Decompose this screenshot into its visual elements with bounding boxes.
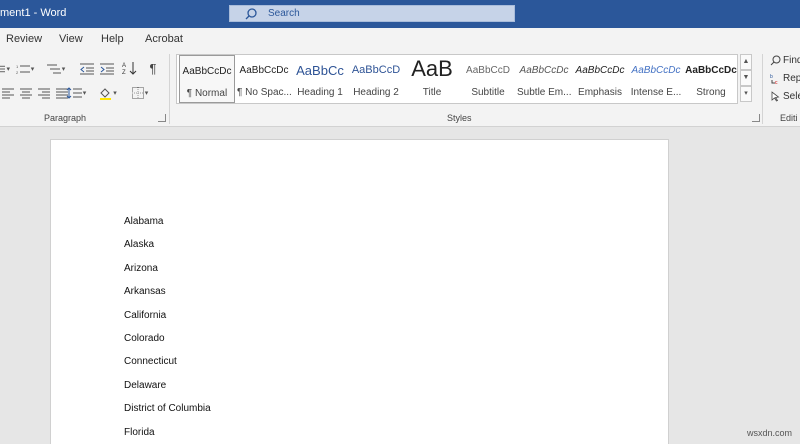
document-line: Florida — [124, 427, 155, 438]
tab-view[interactable]: View — [59, 33, 83, 45]
group-separator — [169, 54, 170, 124]
increase-indent-button[interactable] — [98, 60, 116, 78]
list-icon — [0, 65, 6, 73]
decrease-indent-icon — [80, 63, 94, 75]
tab-acrobat[interactable]: Acrobat — [145, 33, 183, 45]
borders-button[interactable]: ▾ — [126, 84, 154, 102]
align-right-icon — [38, 88, 50, 98]
document-line: Alabama — [124, 216, 164, 227]
align-center-icon — [20, 88, 32, 98]
multilevel-list-button[interactable]: ▾ — [42, 60, 70, 78]
style-emphasis[interactable]: AaBbCcDc Emphasis — [573, 55, 627, 103]
document-line: Delaware — [124, 380, 167, 391]
window-title: ment1 - Word — [0, 7, 67, 19]
style-heading-2[interactable]: AaBbCcD Heading 2 — [349, 55, 403, 103]
line-spacing-icon — [66, 87, 82, 99]
style-subtle-emphasis[interactable]: AaBbCcDc Subtle Em... — [517, 55, 571, 103]
paragraph-group-label: Paragraph — [44, 113, 87, 123]
search-icon — [770, 55, 781, 66]
pilcrow-icon: ¶ — [149, 60, 157, 76]
tab-review[interactable]: Review — [6, 33, 42, 45]
replace-button[interactable]: bc Rep — [770, 73, 800, 84]
numbering-button[interactable]: 1 2 ▾ — [12, 60, 38, 78]
svg-text:1: 1 — [16, 64, 19, 69]
replace-icon: bc — [770, 74, 778, 84]
shading-button[interactable]: ▾ — [98, 84, 118, 102]
more-icon: ▾ — [744, 90, 748, 97]
chevron-down-icon: ▼ — [742, 74, 750, 81]
document-line: Arkansas — [124, 286, 166, 297]
editing-group-label: Editi — [780, 113, 798, 123]
numbered-list-icon: 12 — [16, 64, 30, 75]
svg-text:Z: Z — [122, 70, 126, 75]
bullets-button[interactable]: ▾ — [0, 60, 10, 78]
document-line: Arizona — [124, 263, 158, 274]
document-line: District of Columbia — [124, 403, 211, 414]
style-normal[interactable]: AaBbCcDc ¶ Normal — [179, 55, 235, 103]
svg-text:c: c — [775, 80, 778, 84]
title-bar: ment1 - Word Search — [0, 0, 800, 28]
styles-gallery: AaBbCcDc ¶ Normal AaBbCcDc ¶ No Spac... … — [176, 54, 738, 104]
decrease-indent-button[interactable] — [78, 60, 96, 78]
line-spacing-button[interactable]: ▾ — [62, 84, 90, 102]
align-center-button[interactable] — [18, 84, 34, 102]
show-formatting-marks-button[interactable]: ¶ — [145, 59, 161, 77]
styles-scroll-down[interactable]: ▼ — [740, 70, 752, 86]
paint-bucket-icon — [100, 87, 112, 100]
svg-text:b: b — [770, 74, 773, 80]
document-line: California — [124, 310, 167, 321]
svg-text:2: 2 — [16, 70, 19, 75]
chevron-down-icon: ▾ — [144, 90, 149, 97]
align-left-button[interactable] — [0, 84, 16, 102]
group-separator — [762, 54, 763, 124]
find-button[interactable]: Find — [770, 55, 800, 66]
cursor-icon — [771, 91, 780, 102]
document-line: Colorado — [124, 333, 165, 344]
align-left-icon — [2, 88, 14, 98]
style-heading-1[interactable]: AaBbCc Heading 1 — [293, 55, 347, 103]
style-no-spacing[interactable]: AaBbCcDc ¶ No Spac... — [237, 55, 291, 103]
multilevel-list-icon — [46, 64, 61, 74]
style-title[interactable]: AaB Title — [405, 55, 459, 103]
search-box[interactable]: Search — [229, 5, 515, 22]
style-intense-emphasis[interactable]: AaBbCcDc Intense E... — [629, 55, 683, 103]
select-button[interactable]: Sele — [770, 91, 800, 102]
increase-indent-icon — [100, 63, 114, 75]
chevron-up-icon: ▲ — [742, 58, 750, 65]
sort-icon: AZ — [122, 62, 137, 75]
chevron-down-icon: ▾ — [6, 66, 10, 73]
styles-dialog-launcher[interactable] — [752, 114, 760, 122]
chevron-down-icon: ▾ — [61, 66, 66, 73]
style-subtitle[interactable]: AaBbCcD Subtitle — [461, 55, 515, 103]
ribbon: ▾ 1 2 ▾ ▾ AZ ¶ ▾ ▾ ▾ Paragraph AaBbCcDc … — [0, 50, 800, 127]
style-strong[interactable]: AaBbCcDc Strong — [685, 55, 737, 103]
chevron-down-icon: ▾ — [30, 66, 35, 73]
borders-icon — [131, 87, 144, 99]
styles-more[interactable]: ▾ — [740, 86, 752, 102]
tab-help[interactable]: Help — [101, 33, 124, 45]
paragraph-dialog-launcher[interactable] — [158, 114, 166, 122]
document-page[interactable]: Alabama Alaska Arizona Arkansas Californ… — [50, 139, 669, 444]
chevron-down-icon: ▾ — [113, 90, 117, 97]
search-icon — [245, 8, 257, 20]
svg-text:A: A — [122, 63, 126, 69]
document-line: Alaska — [124, 239, 155, 250]
sort-button[interactable]: AZ — [120, 59, 140, 77]
align-right-button[interactable] — [36, 84, 52, 102]
styles-scroll-up[interactable]: ▲ — [740, 54, 752, 70]
watermark: wsxdn.com — [746, 428, 792, 438]
chevron-down-icon: ▾ — [82, 90, 87, 97]
search-placeholder: Search — [268, 8, 300, 19]
ribbon-tabs: Review View Help Acrobat — [0, 28, 800, 50]
document-line: Connecticut — [124, 356, 177, 367]
styles-group-label: Styles — [447, 113, 472, 123]
